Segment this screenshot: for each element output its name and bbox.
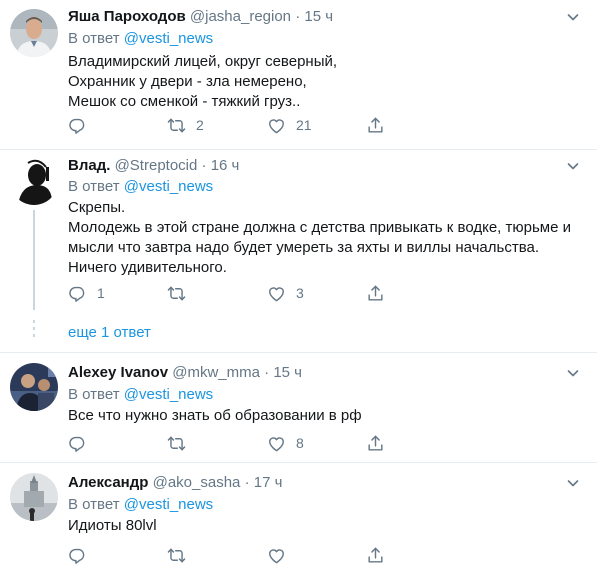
author-handle[interactable]: @ako_sasha [153, 474, 241, 491]
timestamp[interactable]: 17 ч [254, 474, 283, 491]
mention-link[interactable]: @vesti_news [124, 386, 213, 403]
reply-icon [68, 116, 87, 135]
timestamp[interactable]: 15 ч [304, 8, 333, 25]
share-icon [366, 284, 385, 303]
avatar[interactable] [10, 473, 58, 521]
retweet-icon [167, 434, 186, 453]
caret-down-icon[interactable] [566, 366, 580, 380]
tweet-text: Скрепы. Молодежь в этой стране должна с … [68, 199, 571, 276]
retweet-icon [167, 546, 186, 565]
separator-dot: · [201, 157, 207, 174]
reply-button[interactable] [68, 115, 97, 135]
like-button[interactable]: 3 [267, 283, 304, 303]
reply-count: 1 [97, 285, 105, 301]
tweet-header: Alexey Ivanov @mkw_mma · 15 ч [68, 364, 302, 382]
show-more-replies-link[interactable]: еще 1 ответ [68, 324, 151, 342]
reply-button[interactable]: 1 [68, 283, 105, 303]
retweet-button[interactable]: 2 [167, 115, 204, 135]
tweet[interactable]: Alexey Ivanov @mkw_mma · 15 ч В ответ @v… [0, 353, 597, 462]
separator-dot: · [295, 8, 301, 25]
tweet-text: Владимирский лицей, округ северный, Охра… [68, 53, 338, 110]
reply-button[interactable] [68, 433, 97, 453]
separator-dot: · [264, 364, 270, 381]
share-button[interactable] [366, 545, 385, 565]
tweet-header: Влад. @Streptocid · 16 ч [68, 157, 239, 175]
author-handle[interactable]: @Streptocid [115, 157, 198, 174]
like-button[interactable]: 21 [267, 115, 312, 135]
timestamp[interactable]: 15 ч [273, 364, 302, 381]
tweet[interactable]: Яша Пароходов @jasha_region · 15 ч В отв… [0, 0, 597, 149]
author-name[interactable]: Alexey Ivanov [68, 364, 168, 381]
reply-icon [68, 284, 87, 303]
retweet-button[interactable] [167, 545, 196, 565]
retweet-icon [167, 284, 186, 303]
avatar[interactable] [10, 363, 58, 411]
like-count: 21 [296, 117, 312, 133]
tweet-header: Яша Пароходов @jasha_region · 15 ч [68, 8, 333, 26]
tweet-text: Все что нужно знать об образовании в рф [68, 407, 362, 424]
like-icon [267, 434, 286, 453]
reply-context: В ответ @vesti_news [68, 496, 214, 513]
separator-dot: · [244, 474, 250, 491]
like-count: 3 [296, 285, 304, 301]
reply-context: В ответ @vesti_news [68, 386, 214, 403]
like-icon [267, 116, 286, 135]
tweet-header: Александр @ako_sasha · 17 ч [68, 474, 282, 492]
thread-line [33, 210, 35, 310]
caret-down-icon[interactable] [566, 10, 580, 24]
reply-context: В ответ @vesti_news [68, 178, 214, 195]
retweet-button[interactable] [167, 283, 196, 303]
like-count: 8 [296, 435, 304, 451]
avatar[interactable] [10, 9, 58, 57]
author-name[interactable]: Александр [68, 474, 148, 491]
author-name[interactable]: Влад. [68, 157, 110, 174]
tweet-text: Идиоты 80lvl [68, 517, 157, 534]
retweet-icon [167, 116, 186, 135]
caret-down-icon[interactable] [566, 476, 580, 490]
reply-icon [68, 434, 87, 453]
like-icon [267, 546, 286, 565]
tweet[interactable]: Александр @ako_sasha · 17 ч В ответ @ves… [0, 463, 597, 572]
share-icon [366, 116, 385, 135]
share-button[interactable] [366, 433, 385, 453]
reply-button[interactable] [68, 545, 97, 565]
mention-link[interactable]: @vesti_news [124, 30, 213, 47]
share-button[interactable] [366, 283, 385, 303]
tweet[interactable]: Влад. @Streptocid · 16 ч В ответ @vesti_… [0, 150, 597, 352]
mention-link[interactable]: @vesti_news [124, 178, 213, 195]
author-handle[interactable]: @mkw_mma [172, 364, 260, 381]
like-button[interactable] [267, 545, 296, 565]
share-icon [366, 546, 385, 565]
author-name[interactable]: Яша Пароходов [68, 8, 186, 25]
mention-link[interactable]: @vesti_news [124, 496, 213, 513]
reply-icon [68, 546, 87, 565]
retweet-count: 2 [196, 117, 204, 133]
retweet-button[interactable] [167, 433, 196, 453]
author-handle[interactable]: @jasha_region [190, 8, 291, 25]
thread-dots [33, 320, 35, 341]
like-button[interactable]: 8 [267, 433, 304, 453]
reply-context: В ответ @vesti_news [68, 30, 214, 47]
caret-down-icon[interactable] [566, 159, 580, 173]
avatar[interactable] [10, 157, 58, 205]
like-icon [267, 284, 286, 303]
share-icon [366, 434, 385, 453]
share-button[interactable] [366, 115, 385, 135]
timestamp[interactable]: 16 ч [211, 157, 240, 174]
